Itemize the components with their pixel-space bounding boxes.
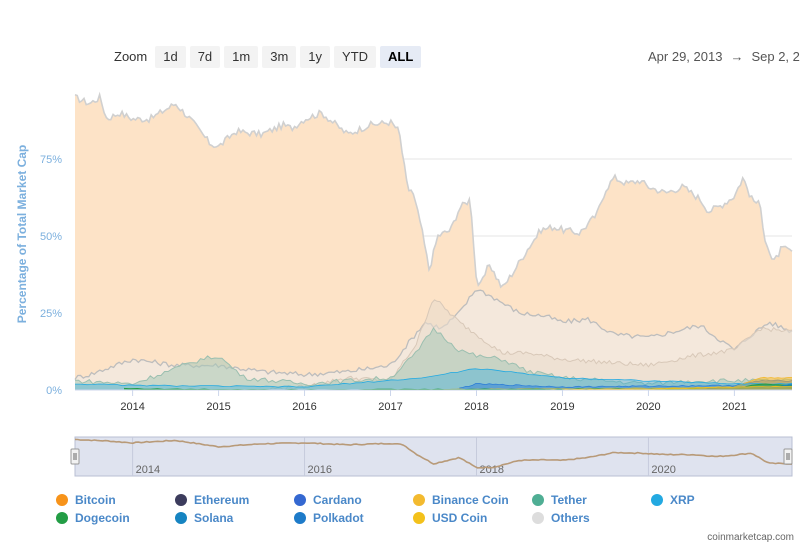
y-axis-label: Percentage of Total Market Cap [15, 145, 29, 324]
legend-item-polkadot[interactable]: Polkadot [294, 511, 364, 525]
legend-dot-icon [413, 512, 425, 524]
x-tick-label: 2020 [636, 401, 660, 413]
legend-label: Bitcoin [75, 493, 116, 507]
y-tick-label: 25% [40, 308, 62, 320]
y-tick-label: 50% [40, 231, 62, 243]
legend-label: XRP [670, 493, 695, 507]
legend-item-binance-coin[interactable]: Binance Coin [413, 493, 509, 507]
legend-dot-icon [294, 494, 306, 506]
legend-dot-icon [175, 512, 187, 524]
legend-label: Binance Coin [432, 493, 509, 507]
x-tick-label: 2016 [292, 401, 316, 413]
legend-item-cardano[interactable]: Cardano [294, 493, 362, 507]
legend-item-usd-coin[interactable]: USD Coin [413, 511, 487, 525]
y-axis: 0% 25% 50% 75% [40, 154, 62, 397]
x-tick-label: 2017 [378, 401, 402, 413]
x-tick-label: 2018 [464, 401, 488, 413]
legend-item-others[interactable]: Others [532, 511, 590, 525]
navigator-selection[interactable] [74, 436, 793, 477]
legend-item-bitcoin[interactable]: Bitcoin [56, 493, 116, 507]
legend-label: Ethereum [194, 493, 250, 507]
navigator-tick-label: 2014 [136, 464, 160, 476]
x-tick-label: 2014 [120, 401, 144, 413]
x-tick-label: 2021 [722, 401, 746, 413]
y-tick-label: 0% [46, 385, 62, 397]
legend-label: Polkadot [313, 511, 364, 525]
legend-dot-icon [56, 512, 68, 524]
legend-dot-icon [56, 494, 68, 506]
legend-dot-icon [651, 494, 663, 506]
legend-item-xrp[interactable]: XRP [651, 493, 695, 507]
legend-label: Tether [551, 493, 587, 507]
legend-item-ethereum[interactable]: Ethereum [175, 493, 249, 507]
legend-item-dogecoin[interactable]: Dogecoin [56, 511, 130, 525]
legend-label: USD Coin [432, 511, 488, 525]
legend-dot-icon [294, 512, 306, 524]
legend-label: Solana [194, 511, 234, 525]
legend-label: Cardano [313, 493, 362, 507]
dominance-chart: 0% 25% 50% 75% 2014 2015 2016 2017 2018 2019 2020… [15, 91, 793, 477]
credit-text: coinmarketcap.com [707, 532, 794, 543]
legend-dot-icon [175, 494, 187, 506]
x-tick-label: 2019 [550, 401, 574, 413]
legend-label: Others [551, 511, 590, 525]
series-areas [74, 91, 793, 391]
legend-item-solana[interactable]: Solana [175, 511, 233, 525]
legend-item-tether[interactable]: Tether [532, 493, 587, 507]
navigator-right-handle[interactable] [783, 448, 793, 465]
x-axis: 2014 2015 2016 2017 2018 2019 2020 2021 [75, 389, 792, 413]
legend-dot-icon [532, 494, 544, 506]
navigator-tick-label: 2016 [308, 464, 332, 476]
legend-label: Dogecoin [75, 511, 130, 525]
y-tick-label: 75% [40, 154, 62, 166]
legend-dot-icon [413, 494, 425, 506]
legend-dot-icon [532, 512, 544, 524]
x-tick-label: 2015 [206, 401, 230, 413]
navigator-tick-label: 2020 [651, 464, 675, 476]
navigator-left-handle[interactable] [70, 448, 80, 465]
navigator[interactable]: 2014 2016 2018 2020 [70, 436, 793, 477]
